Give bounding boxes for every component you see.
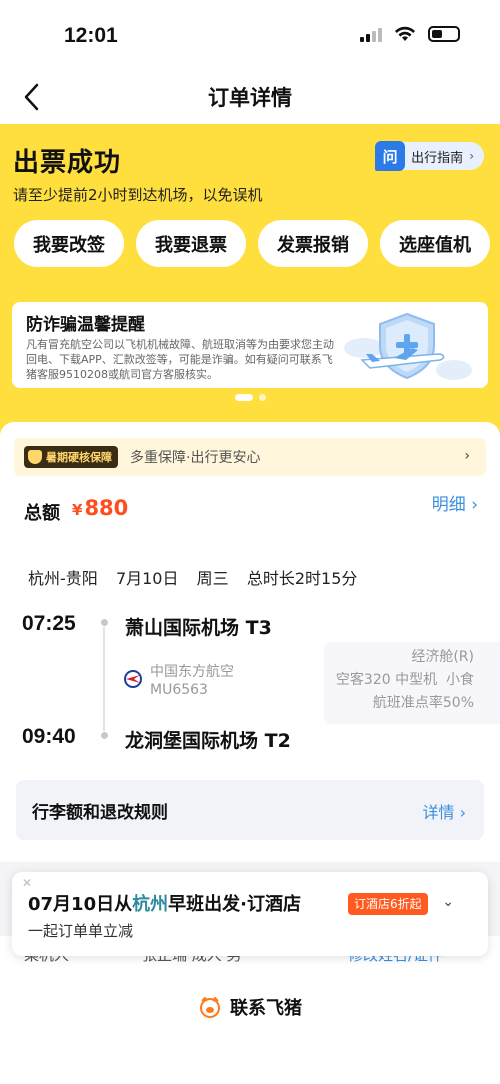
chevron-right-icon: › bbox=[469, 149, 474, 163]
chevron-down-icon[interactable]: ⌄ bbox=[442, 894, 454, 910]
close-icon[interactable]: ✕ bbox=[22, 876, 32, 890]
refund-ticket-button[interactable]: 我要退票 bbox=[136, 220, 246, 267]
timeline-line bbox=[103, 627, 105, 731]
currency-symbol: ¥ bbox=[72, 501, 83, 519]
timeline-dot-departure bbox=[101, 619, 108, 626]
nav-bar: 订单详情 bbox=[0, 70, 500, 124]
travel-guide-label: 出行指南 bbox=[411, 150, 464, 166]
signal-icon bbox=[360, 26, 382, 42]
protection-banner[interactable]: 暑期硬核保障 多重保障·出行更安心 › bbox=[14, 438, 486, 476]
total-price: ¥880 bbox=[72, 496, 128, 520]
arrival-time: 09:40 bbox=[22, 725, 76, 748]
route-summary: 杭州-贵阳 7月10日 周三 总时长2时15分 bbox=[28, 569, 358, 588]
shield-icon bbox=[28, 450, 42, 464]
status-time: 12:01 bbox=[64, 24, 118, 47]
departure-airport: 萧山国际机场 T3 bbox=[125, 617, 272, 639]
timeline-dot-arrival bbox=[101, 732, 108, 739]
contact-fliggy-button[interactable]: 联系飞猪 bbox=[0, 994, 500, 1020]
contact-fliggy-label: 联系飞猪 bbox=[230, 998, 302, 1019]
carousel-indicator bbox=[0, 394, 500, 401]
ticket-header: 出票成功 请至少提前2小时到达机场，以免误机 问 出行指南 › 我要改签 我要退… bbox=[0, 124, 500, 454]
hotel-promo-title: 07月10日从杭州早班出发·订酒店 bbox=[28, 890, 301, 916]
order-card: 暑期硬核保障 多重保障·出行更安心 › 总额 ¥880 明细 › 杭州-贵阳 7… bbox=[0, 422, 500, 862]
rules-detail-link[interactable]: 详情 › bbox=[422, 799, 466, 823]
total-amount: 880 bbox=[84, 496, 129, 520]
protection-tag: 暑期硬核保障 bbox=[24, 446, 118, 468]
ticket-status-title: 出票成功 bbox=[13, 148, 122, 178]
flight-number: MU6563 bbox=[150, 682, 208, 698]
arrival-airport: 龙洞堡国际机场 T2 bbox=[125, 730, 291, 752]
notice-text: 凡有冒充航空公司以飞机机械故障、航班取消等为由要求您主动回电、下载APP、汇款改… bbox=[26, 338, 334, 381]
seat-checkin-button[interactable]: 选座值机 bbox=[380, 220, 490, 267]
hotel-discount-badge: 订酒店6折起 bbox=[348, 893, 428, 915]
wifi-icon bbox=[395, 26, 415, 41]
rules-detail-label: 详情 bbox=[422, 803, 455, 822]
bottom-contact-bar: 联系飞猪 bbox=[0, 974, 500, 1084]
cabin-class: 经济舱(R) bbox=[411, 649, 474, 665]
departure-time: 07:25 bbox=[22, 612, 76, 635]
battery-icon bbox=[428, 26, 460, 42]
hotel-title-rest: 早班出发·订酒店 bbox=[168, 894, 301, 915]
protection-text: 多重保障·出行更安心 bbox=[130, 450, 261, 466]
shield-airplane-icon bbox=[344, 312, 472, 380]
hotel-title-date: 07月10日从 bbox=[28, 894, 133, 915]
change-ticket-button[interactable]: 我要改签 bbox=[14, 220, 124, 267]
flight-timeline bbox=[101, 619, 108, 739]
status-bar: 12:01 bbox=[0, 0, 500, 70]
protection-tag-label: 暑期硬核保障 bbox=[46, 451, 112, 464]
pig-mascot-icon bbox=[200, 997, 220, 1018]
price-detail-link[interactable]: 明细 › bbox=[432, 490, 478, 515]
carousel-dot bbox=[258, 394, 266, 401]
chevron-right-icon: › bbox=[459, 803, 466, 822]
hotel-promo-card[interactable]: ✕ 07月10日从杭州早班出发·订酒店 订酒店6折起 一起订单单立减 ⌄ bbox=[12, 872, 488, 956]
question-icon: 问 bbox=[375, 141, 406, 171]
on-time-rate: 航班准点率50% bbox=[372, 695, 474, 711]
flight-info-panel: 经济舱(R) 空客320 中型机 小食 航班准点率50% bbox=[324, 642, 500, 724]
aircraft-info: 空客320 中型机 小食 bbox=[335, 672, 474, 688]
carousel-dot-active bbox=[234, 394, 253, 401]
hotel-title-city: 杭州 bbox=[132, 894, 169, 915]
chevron-right-icon: › bbox=[464, 448, 470, 464]
invoice-button[interactable]: 发票报销 bbox=[258, 220, 368, 267]
travel-guide-button[interactable]: 问 出行指南 › bbox=[375, 141, 484, 171]
price-detail-label: 明细 bbox=[431, 495, 466, 515]
airline-logo-icon bbox=[124, 670, 142, 688]
anti-fraud-notice[interactable]: 防诈骗温馨提醒 凡有冒充航空公司以飞机机械故障、航班取消等为由要求您主动回电、下… bbox=[12, 302, 488, 388]
ticket-status-subtitle: 请至少提前2小时到达机场，以免误机 bbox=[13, 186, 263, 204]
page-title: 订单详情 bbox=[208, 86, 292, 110]
airline-name: 中国东方航空 bbox=[150, 664, 234, 680]
notice-title: 防诈骗温馨提醒 bbox=[26, 315, 145, 335]
total-label: 总额 bbox=[24, 503, 60, 524]
ticket-action-row: 我要改签 我要退票 发票报销 选座值机 bbox=[14, 220, 490, 267]
hotel-promo-subtitle: 一起订单单立减 bbox=[28, 922, 134, 940]
chevron-right-icon: › bbox=[471, 495, 478, 515]
status-icons bbox=[360, 26, 460, 42]
baggage-rules-label: 行李额和退改规则 bbox=[32, 803, 168, 823]
baggage-rules-card[interactable]: 行李额和退改规则 详情 › bbox=[16, 780, 484, 840]
